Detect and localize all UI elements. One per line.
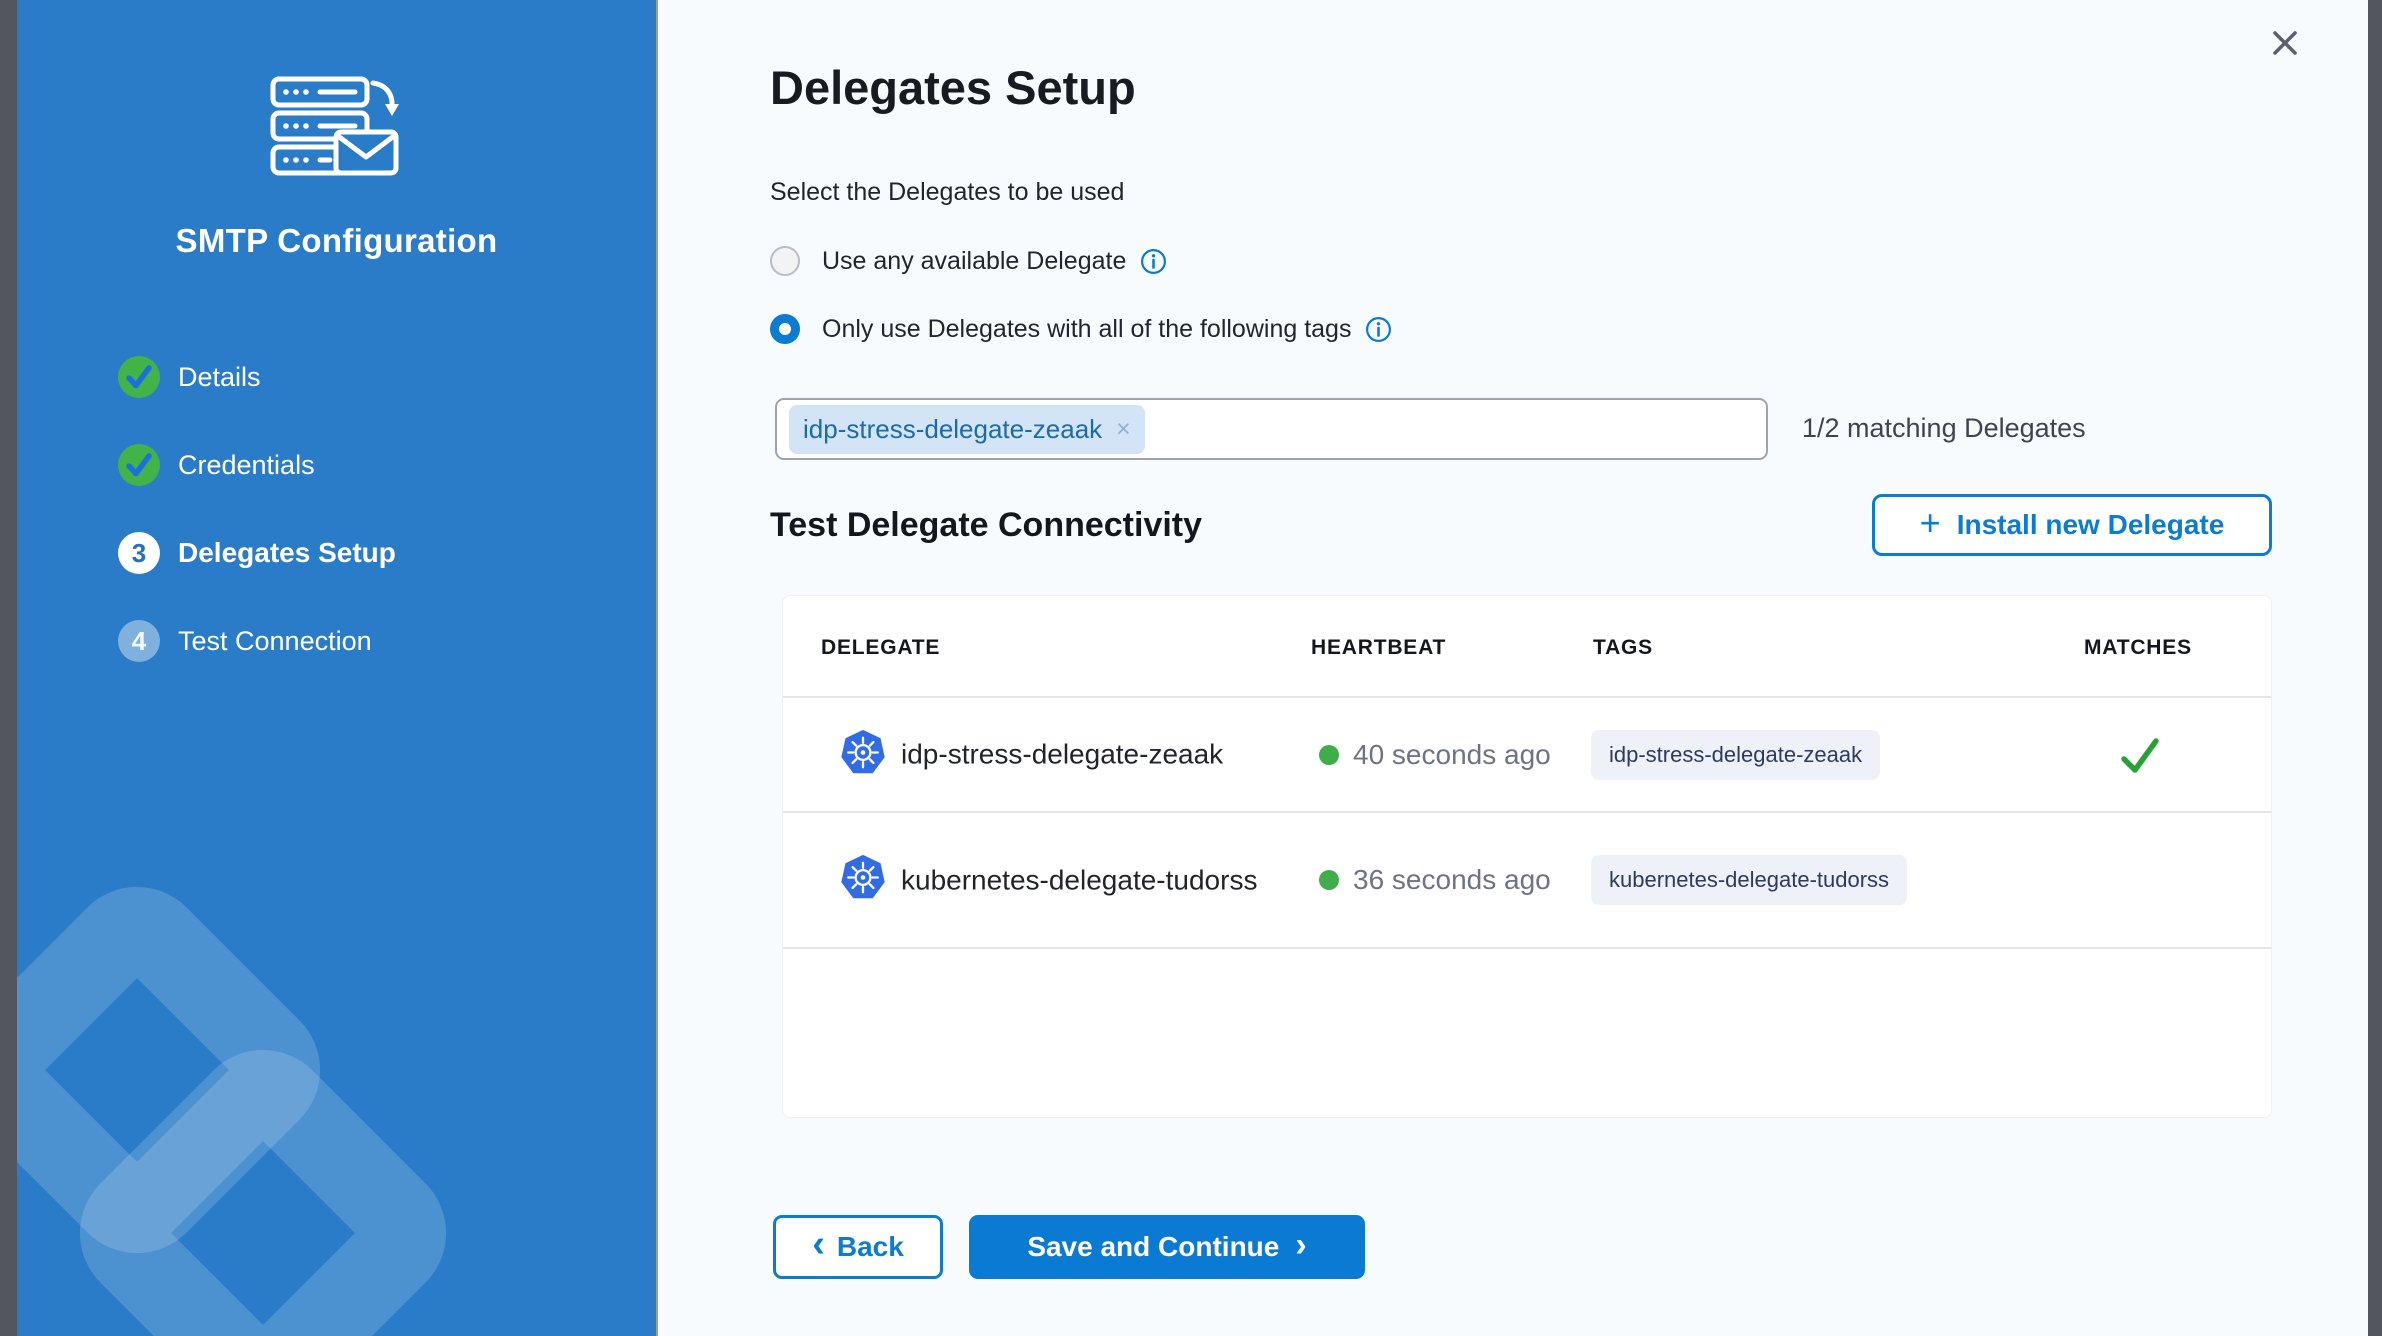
tag-badge: idp-stress-delegate-zeaak: [1591, 730, 1880, 780]
plus-icon: +: [1920, 505, 1941, 541]
back-button-label: Back: [837, 1231, 904, 1263]
delegate-name: idp-stress-delegate-zeaak: [901, 739, 1223, 771]
test-connectivity-heading: Test Delegate Connectivity: [770, 506, 1202, 545]
radio-label: Only use Delegates with all of the follo…: [822, 315, 1351, 344]
wizard-title: SMTP Configuration: [17, 222, 656, 260]
back-button[interactable]: ‹ Back: [773, 1215, 943, 1279]
chevron-left-icon: ‹: [812, 1225, 825, 1263]
delegates-table: DELEGATE HEARTBEAT TAGS MATCHES idp-stress-…: [782, 595, 2272, 1118]
sidebar-item-details[interactable]: 1 Details: [118, 356, 396, 398]
step-status-icon: 2: [118, 444, 160, 486]
column-header-delegate: DELEGATE: [821, 636, 940, 660]
sidebar-item-test-connection[interactable]: 4 Test Connection: [118, 620, 396, 662]
close-icon: [2268, 26, 2302, 60]
info-icon[interactable]: [1365, 316, 1392, 343]
smtp-server-mail-icon: [270, 76, 404, 183]
radio-button[interactable]: [770, 246, 800, 276]
table-row[interactable]: idp-stress-delegate-zeaak 40 seconds ago…: [783, 698, 2271, 813]
radio-only-use-delegates-with-all-of-the-following-tags[interactable]: Only use Delegates with all of the follo…: [770, 314, 1392, 344]
save-and-continue-button[interactable]: Save and Continue ›: [969, 1215, 1365, 1279]
heartbeat-status-dot: [1319, 745, 1339, 765]
heartbeat-time: 36 seconds ago: [1353, 864, 1551, 896]
column-header-matches: MATCHES: [2084, 636, 2192, 660]
heartbeat-time: 40 seconds ago: [1353, 739, 1551, 771]
step-status-icon: 4: [118, 620, 160, 662]
smtp-configuration-dialog: SMTP Configuration 1 Details 2 Credentia…: [0, 0, 2382, 1336]
step-status-icon: 1: [118, 356, 160, 398]
sidebar-item-delegates-setup[interactable]: 3 Delegates Setup: [118, 532, 396, 574]
kubernetes-icon: [839, 728, 887, 781]
tag-chip: idp-stress-delegate-zeaak ×: [789, 405, 1145, 454]
wizard-sidebar: SMTP Configuration 1 Details 2 Credentia…: [17, 0, 658, 1336]
save-button-label: Save and Continue: [1027, 1231, 1279, 1263]
chevron-right-icon: ›: [1295, 1228, 1306, 1262]
window-edge-right: [2368, 0, 2382, 1336]
close-button[interactable]: [2264, 22, 2306, 67]
delegate-tags-input[interactable]: idp-stress-delegate-zeaak ×: [775, 398, 1768, 460]
radio-button[interactable]: [770, 314, 800, 344]
step-label: Details: [178, 362, 261, 393]
step-label: Credentials: [178, 450, 315, 481]
install-button-label: Install new Delegate: [1957, 509, 2225, 541]
remove-tag-icon[interactable]: ×: [1116, 417, 1131, 442]
delegates-setup-panel: Delegates Setup Select the Delegates to …: [660, 0, 2368, 1336]
matching-delegates-count: 1/2 matching Delegates: [1802, 413, 2086, 444]
step-label: Test Connection: [178, 626, 372, 657]
radio-use-any-available-delegate[interactable]: Use any available Delegate: [770, 246, 1167, 276]
radio-label: Use any available Delegate: [822, 247, 1126, 276]
wizard-steps: 1 Details 2 Credentials 3 Delegates Setu…: [118, 356, 396, 708]
page-subtitle: Select the Delegates to be used: [770, 178, 1124, 207]
column-header-tags: TAGS: [1593, 636, 1653, 660]
match-check-icon: [2118, 733, 2162, 777]
step-label: Delegates Setup: [178, 537, 396, 569]
info-icon[interactable]: [1140, 248, 1167, 275]
table-row[interactable]: kubernetes-delegate-tudorss 36 seconds a…: [783, 813, 2271, 949]
column-header-heartbeat: HEARTBEAT: [1311, 636, 1446, 660]
window-edge-left: [0, 0, 17, 1336]
delegate-name: kubernetes-delegate-tudorss: [901, 864, 1257, 896]
sidebar-item-credentials[interactable]: 2 Credentials: [118, 444, 396, 486]
tag-chip-label: idp-stress-delegate-zeaak: [803, 414, 1102, 445]
heartbeat-status-dot: [1319, 870, 1339, 890]
step-status-icon: 3: [118, 532, 160, 574]
tag-badge: kubernetes-delegate-tudorss: [1591, 855, 1907, 905]
kubernetes-icon: [839, 854, 887, 907]
install-new-delegate-button[interactable]: + Install new Delegate: [1872, 494, 2272, 556]
table-body: idp-stress-delegate-zeaak 40 seconds ago…: [783, 698, 2271, 949]
table-header-row: DELEGATE HEARTBEAT TAGS MATCHES: [783, 596, 2271, 698]
page-title: Delegates Setup: [770, 60, 1136, 115]
